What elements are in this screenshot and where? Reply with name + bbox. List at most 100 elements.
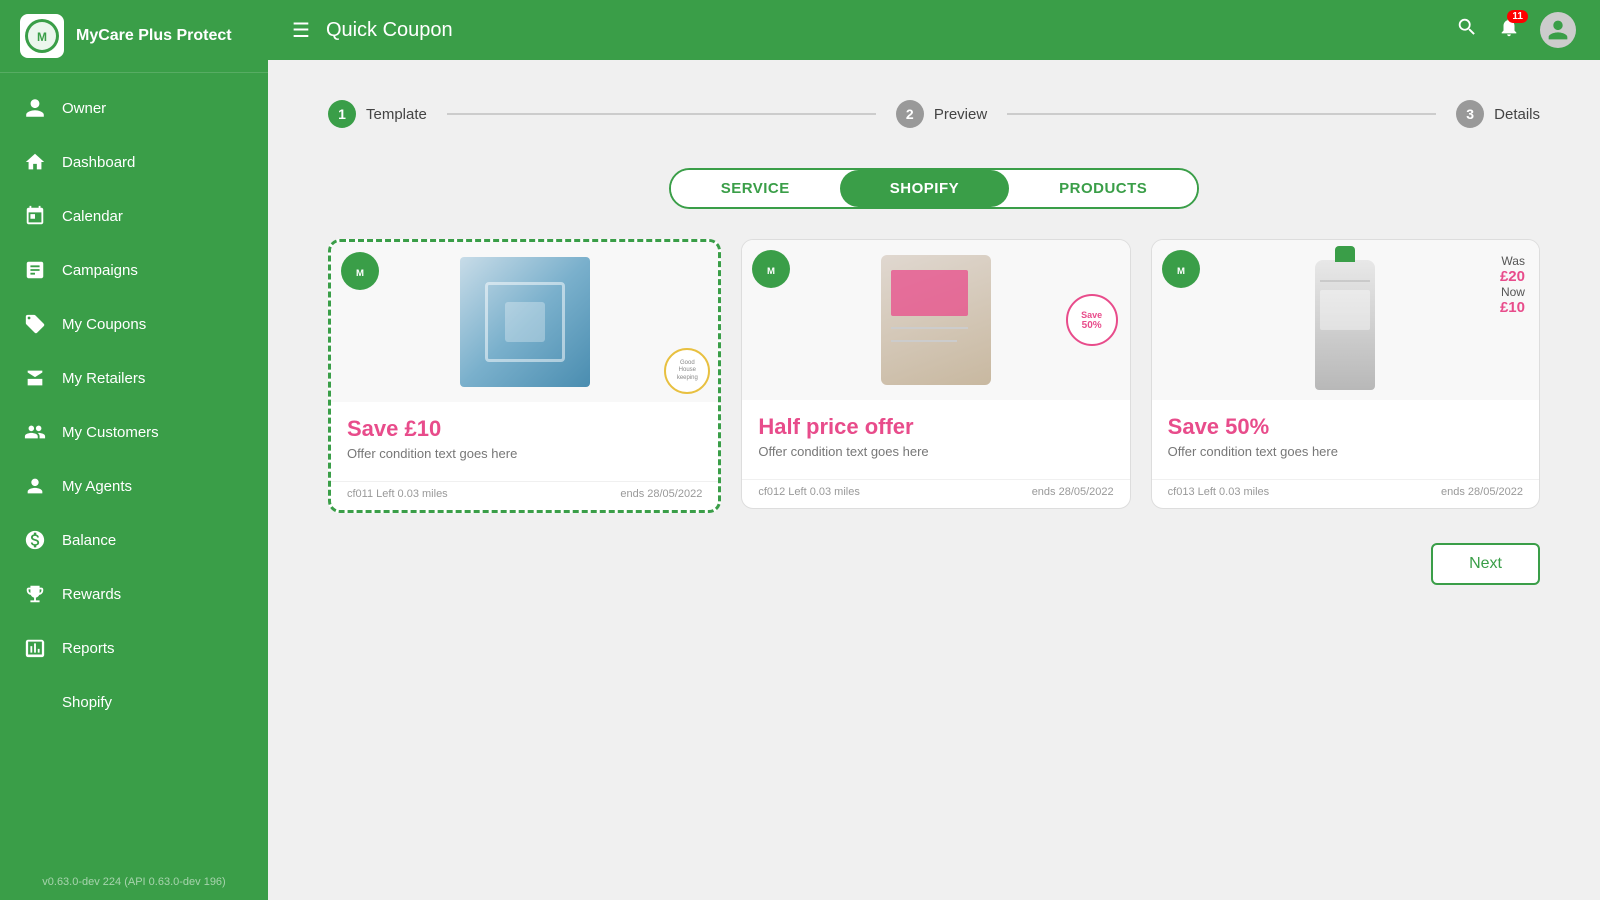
tab-bar: SERVICE SHOPIFY PRODUCTS	[328, 168, 1540, 209]
topbar-actions: 11	[1456, 12, 1576, 48]
cards-row: M GoodHousekeeping	[328, 239, 1540, 513]
stepper: 1 Template 2 Preview 3 Details	[328, 100, 1540, 128]
sidebar-header: M MyCare Plus Protect	[0, 0, 268, 73]
user-avatar[interactable]	[1540, 12, 1576, 48]
svg-text:M: M	[1177, 266, 1185, 277]
sidebar-label-my-coupons: My Coupons	[62, 316, 146, 333]
calendar-icon	[24, 205, 46, 227]
main-area: ☰ Quick Coupon 11 1 Template	[268, 0, 1600, 900]
sidebar-label-balance: Balance	[62, 532, 116, 549]
save-badge-2: Save 50%	[1066, 294, 1118, 346]
sidebar-label-campaigns: Campaigns	[62, 262, 138, 279]
card-1-footer-right: ends 28/05/2022	[620, 488, 702, 500]
store-icon	[24, 367, 46, 389]
notification-badge: 11	[1507, 10, 1528, 23]
step-1-label: Template	[366, 106, 427, 123]
step-line-2	[1007, 113, 1436, 115]
card-1-footer-left: cf011 Left 0.03 miles	[347, 488, 448, 500]
tab-shopify[interactable]: SHOPIFY	[840, 170, 1009, 207]
card-1-footer: cf011 Left 0.03 miles ends 28/05/2022	[331, 481, 718, 510]
sidebar-label-calendar: Calendar	[62, 208, 123, 225]
chart-icon	[24, 259, 46, 281]
card-2-footer: cf012 Left 0.03 miles ends 28/05/2022	[742, 479, 1129, 508]
sidebar-item-reports[interactable]: Reports	[0, 621, 268, 675]
card-2-logo: M	[752, 250, 790, 288]
tab-group: SERVICE SHOPIFY PRODUCTS	[669, 168, 1200, 209]
person-icon	[24, 97, 46, 119]
app-logo: M	[20, 14, 64, 58]
was-now-badge: Was £20 Now £10	[1500, 254, 1525, 316]
card-1-body: Save £10 Offer condition text goes here	[331, 402, 718, 481]
tab-products[interactable]: PRODUCTS	[1009, 170, 1197, 207]
sidebar-label-reports: Reports	[62, 640, 115, 657]
menu-icon[interactable]: ☰	[292, 18, 310, 43]
tag-icon	[24, 313, 46, 335]
card-3-body: Save 50% Offer condition text goes here	[1152, 400, 1539, 479]
topbar: ☰ Quick Coupon 11	[268, 0, 1600, 60]
card-3-image: M Was £20 Now £10	[1152, 240, 1539, 400]
svg-text:M: M	[356, 268, 364, 279]
sidebar-item-shopify[interactable]: Shopify	[0, 675, 268, 729]
sidebar-item-calendar[interactable]: Calendar	[0, 189, 268, 243]
card-2-offer: Half price offer	[758, 414, 1113, 440]
card-3-footer-left: cf013 Left 0.03 miles	[1168, 486, 1270, 498]
sidebar-item-balance[interactable]: Balance	[0, 513, 268, 567]
card-1-condition: Offer condition text goes here	[347, 446, 702, 461]
card-2-condition: Offer condition text goes here	[758, 444, 1113, 459]
group-icon	[24, 475, 46, 497]
sidebar-item-rewards[interactable]: Rewards	[0, 567, 268, 621]
step-3: 3 Details	[1456, 100, 1540, 128]
svg-text:M: M	[37, 30, 47, 44]
sidebar-item-owner[interactable]: Owner	[0, 81, 268, 135]
sidebar: M MyCare Plus Protect Owner Dashboard Ca…	[0, 0, 268, 900]
trophy-icon	[24, 583, 46, 605]
app-title: MyCare Plus Protect	[76, 27, 232, 45]
content-area: 1 Template 2 Preview 3 Details	[268, 60, 1600, 900]
card-1-logo: M	[341, 252, 379, 290]
coupon-card-3[interactable]: M Was £20 Now £10	[1151, 239, 1540, 509]
version-text: v0.63.0-dev 224 (API 0.63.0-dev 196)	[0, 864, 268, 900]
card-3-footer-right: ends 28/05/2022	[1441, 486, 1523, 498]
card-2-body: Half price offer Offer condition text go…	[742, 400, 1129, 479]
page-title: Quick Coupon	[326, 19, 1440, 42]
sidebar-nav: Owner Dashboard Calendar Campaigns	[0, 73, 268, 864]
sidebar-item-dashboard[interactable]: Dashboard	[0, 135, 268, 189]
step-2-circle: 2	[896, 100, 924, 128]
next-btn-row: Next	[328, 543, 1540, 585]
sidebar-label-shopify: Shopify	[62, 694, 112, 711]
card-3-footer: cf013 Left 0.03 miles ends 28/05/2022	[1152, 479, 1539, 508]
card-2-footer-right: ends 28/05/2022	[1032, 486, 1114, 498]
tab-service[interactable]: SERVICE	[671, 170, 840, 207]
coupon-card-2[interactable]: M Save 50% Half price offer	[741, 239, 1130, 509]
sidebar-item-campaigns[interactable]: Campaigns	[0, 243, 268, 297]
people-icon	[24, 421, 46, 443]
notifications-button[interactable]: 11	[1498, 16, 1520, 44]
card-1-image: M GoodHousekeeping	[331, 242, 718, 402]
search-button[interactable]	[1456, 16, 1478, 44]
next-button[interactable]: Next	[1431, 543, 1540, 585]
coupon-card-1[interactable]: M GoodHousekeeping	[328, 239, 721, 513]
balance-icon	[24, 529, 46, 551]
sidebar-label-my-agents: My Agents	[62, 478, 132, 495]
sidebar-label-rewards: Rewards	[62, 586, 121, 603]
sidebar-label-my-retailers: My Retailers	[62, 370, 145, 387]
svg-text:M: M	[767, 266, 775, 277]
sidebar-item-my-retailers[interactable]: My Retailers	[0, 351, 268, 405]
step-3-circle: 3	[1456, 100, 1484, 128]
step-2: 2 Preview	[896, 100, 987, 128]
housekeeping-badge: GoodHousekeeping	[664, 348, 710, 394]
step-3-label: Details	[1494, 106, 1540, 123]
card-3-offer: Save 50%	[1168, 414, 1523, 440]
sidebar-item-my-agents[interactable]: My Agents	[0, 459, 268, 513]
step-1: 1 Template	[328, 100, 427, 128]
sidebar-item-my-customers[interactable]: My Customers	[0, 405, 268, 459]
step-line-1	[447, 113, 876, 115]
home-icon	[24, 151, 46, 173]
sidebar-label-dashboard: Dashboard	[62, 154, 135, 171]
sidebar-label-owner: Owner	[62, 100, 106, 117]
step-1-circle: 1	[328, 100, 356, 128]
sidebar-item-my-coupons[interactable]: My Coupons	[0, 297, 268, 351]
card-3-logo: M	[1162, 250, 1200, 288]
card-2-image: M Save 50%	[742, 240, 1129, 400]
card-1-offer: Save £10	[347, 416, 702, 442]
